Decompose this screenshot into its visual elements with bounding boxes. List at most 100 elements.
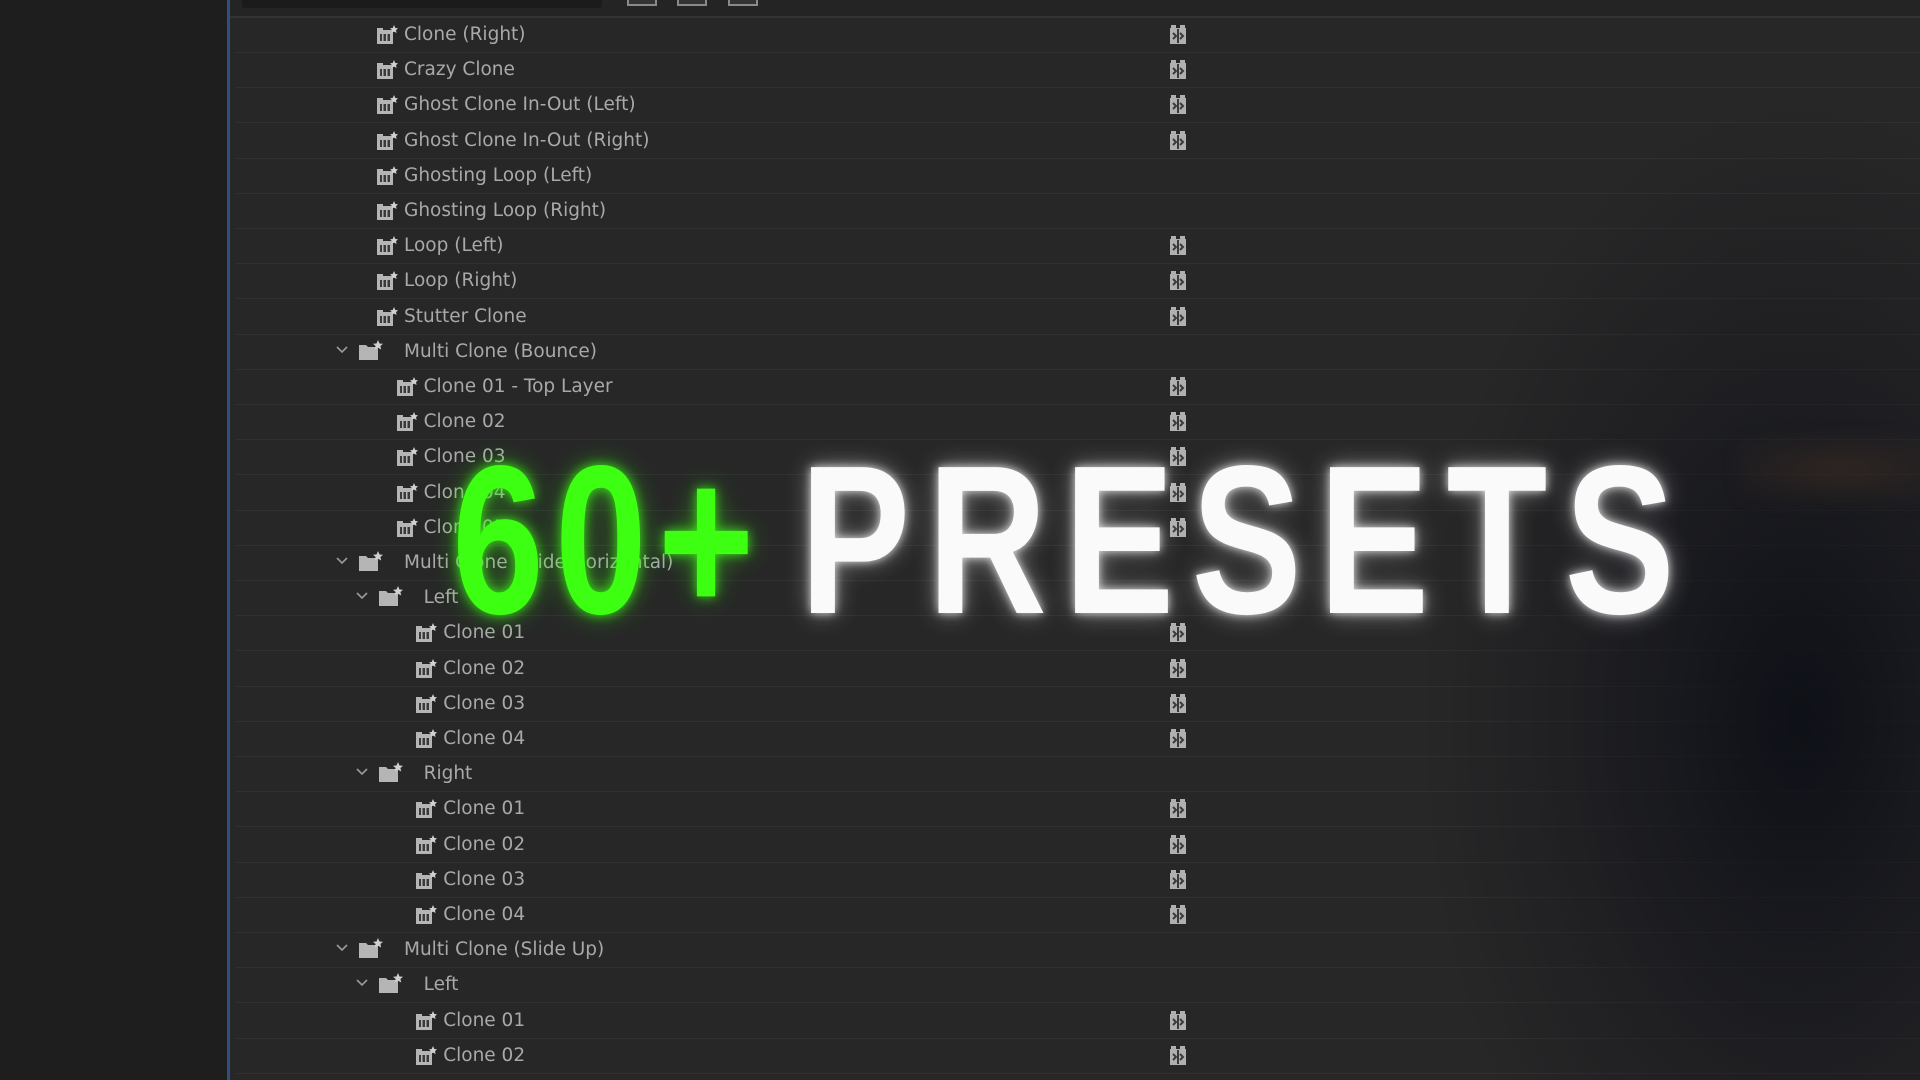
preset-icon	[415, 729, 438, 749]
tree-preset[interactable]: Clone 02	[236, 827, 1920, 863]
preset-icon	[396, 412, 418, 432]
tree-item-label: Clone 02	[443, 657, 526, 679]
accelerated-effect-icon	[1168, 271, 1188, 291]
preset-icon	[396, 482, 418, 503]
tree-preset[interactable]: Loop (Right)	[236, 263, 1920, 300]
tree-item-label: Ghost Clone In-Out (Left)	[404, 94, 636, 116]
tree-preset[interactable]: Clone (Right)	[236, 17, 1920, 53]
accelerated-effect-icon	[1168, 693, 1188, 714]
preset-folder-icon	[378, 762, 403, 783]
tree-item-label: Clone 04	[443, 728, 526, 749]
tree-item-label: Clone 04	[443, 904, 526, 925]
tree-preset[interactable]: Ghosting Loop (Right)	[236, 193, 1920, 229]
preset-icon	[396, 517, 418, 538]
32bit-filter-button[interactable]	[677, 0, 707, 6]
tree-preset[interactable]: Clone 01	[236, 1003, 1920, 1039]
accelerated-effect-icon	[1168, 130, 1188, 151]
preset-icon	[415, 1045, 438, 1066]
preset-icon	[415, 799, 438, 819]
chevron-down-icon[interactable]	[334, 343, 350, 359]
accelerated-effect-icon	[1168, 236, 1188, 256]
tree-item-label: Clone (Right)	[404, 24, 526, 45]
tree-folder[interactable]: Right	[236, 756, 1920, 793]
chevron-down-icon[interactable]	[334, 554, 350, 570]
accelerated-effect-icon	[1168, 905, 1188, 925]
tree-item-label: Multi Clone (Bounce)	[404, 340, 597, 362]
preset-icon	[376, 130, 398, 151]
chevron-down-icon[interactable]	[354, 765, 370, 781]
preset-folder-icon	[358, 339, 383, 360]
tree-item-label: Clone 02	[443, 833, 526, 855]
tree-preset[interactable]: Crazy Clone	[236, 52, 1920, 89]
preset-icon	[415, 905, 438, 925]
preset-icon	[376, 60, 398, 80]
effects-toolbar	[230, 0, 1920, 18]
tree-item-label: Multi Clone (Slide Up)	[404, 939, 605, 961]
background-light-glare	[1740, 440, 1920, 500]
tree-preset[interactable]: Ghosting Loop (Left)	[236, 158, 1920, 194]
tree-folder[interactable]: Multi Clone (Slide Up)	[236, 932, 1920, 969]
tree-folder[interactable]: Left	[236, 967, 1920, 1004]
preset-icon	[376, 95, 398, 115]
tree-folder[interactable]: Multi Clone (Bounce)	[236, 334, 1920, 370]
overlay-preset-count: 60+	[452, 421, 766, 658]
accelerated-effect-icon	[1168, 306, 1188, 327]
preset-icon	[415, 834, 438, 855]
tree-preset[interactable]: Clone 04	[236, 897, 1920, 933]
accelerated-effect-icon	[1168, 799, 1188, 819]
accelerated-effect-icon	[1168, 869, 1188, 890]
accelerated-effect-icon	[1168, 658, 1188, 679]
accelerated-filter-button[interactable]	[627, 0, 657, 6]
accelerated-effect-icon	[1168, 377, 1188, 397]
tree-item-label: Loop (Left)	[404, 235, 504, 257]
tree-preset[interactable]: Clone 01	[236, 791, 1920, 828]
tree-preset[interactable]: Clone 04	[236, 721, 1920, 757]
accelerated-effect-icon	[1168, 95, 1188, 115]
tree-item-label: Clone 01	[443, 798, 526, 820]
preset-folder-icon	[378, 586, 403, 607]
chevron-down-icon[interactable]	[334, 941, 350, 957]
preset-icon	[415, 693, 438, 714]
tree-item-label: Crazy Clone	[404, 59, 515, 81]
preset-folder-icon	[378, 973, 403, 994]
tree-item-label: Clone 02	[443, 1044, 526, 1066]
search-input[interactable]	[242, 0, 602, 8]
tree-preset[interactable]: Ghost Clone In-Out (Right)	[236, 123, 1920, 159]
accelerated-effect-icon	[1168, 834, 1188, 855]
tree-preset[interactable]: Stutter Clone	[236, 299, 1920, 335]
accelerated-effect-icon	[1168, 729, 1188, 749]
tree-item-label: Ghosting Loop (Right)	[404, 200, 607, 221]
tree-preset[interactable]: Clone 03	[236, 686, 1920, 722]
tree-item-label: Left	[423, 974, 459, 996]
tree-item-label: Clone 01	[443, 1009, 526, 1031]
accelerated-effect-icon	[1168, 60, 1188, 80]
tree-preset[interactable]: Clone 02	[236, 1038, 1920, 1074]
left-dock-panel	[0, 0, 227, 1080]
tree-item-label: Stutter Clone	[404, 305, 527, 327]
preset-icon	[376, 165, 398, 186]
tree-preset[interactable]: Clone 01 - Top Layer	[236, 369, 1920, 405]
tree-preset[interactable]: Clone 03	[236, 862, 1920, 898]
tree-preset[interactable]: Ghost Clone In-Out (Left)	[236, 87, 1920, 124]
tree-item-label: Right	[423, 763, 473, 785]
tree-item-label: Loop (Right)	[404, 270, 518, 292]
chevron-down-icon[interactable]	[354, 589, 370, 605]
preset-icon	[376, 271, 398, 291]
tree-item-label: Ghost Clone In-Out (Right)	[404, 129, 650, 151]
preset-icon	[376, 25, 398, 45]
accelerated-effect-icon	[1168, 1010, 1188, 1031]
preset-icon	[415, 869, 438, 890]
preset-folder-icon	[358, 551, 383, 571]
tree-preset[interactable]: Loop (Left)	[236, 228, 1920, 265]
preset-icon	[415, 1010, 438, 1031]
preset-icon	[396, 377, 418, 397]
tree-item-label: Ghosting Loop (Left)	[404, 164, 593, 186]
chevron-down-icon[interactable]	[354, 976, 370, 992]
accelerated-effect-icon	[1168, 25, 1188, 45]
preset-icon	[376, 201, 398, 221]
preset-icon	[376, 236, 398, 256]
tree-item-label: Clone 01 - Top Layer	[423, 376, 613, 397]
tree-item-label: Clone 03	[443, 868, 526, 890]
yuv-filter-button[interactable]	[728, 0, 758, 6]
preset-icon	[396, 447, 418, 467]
